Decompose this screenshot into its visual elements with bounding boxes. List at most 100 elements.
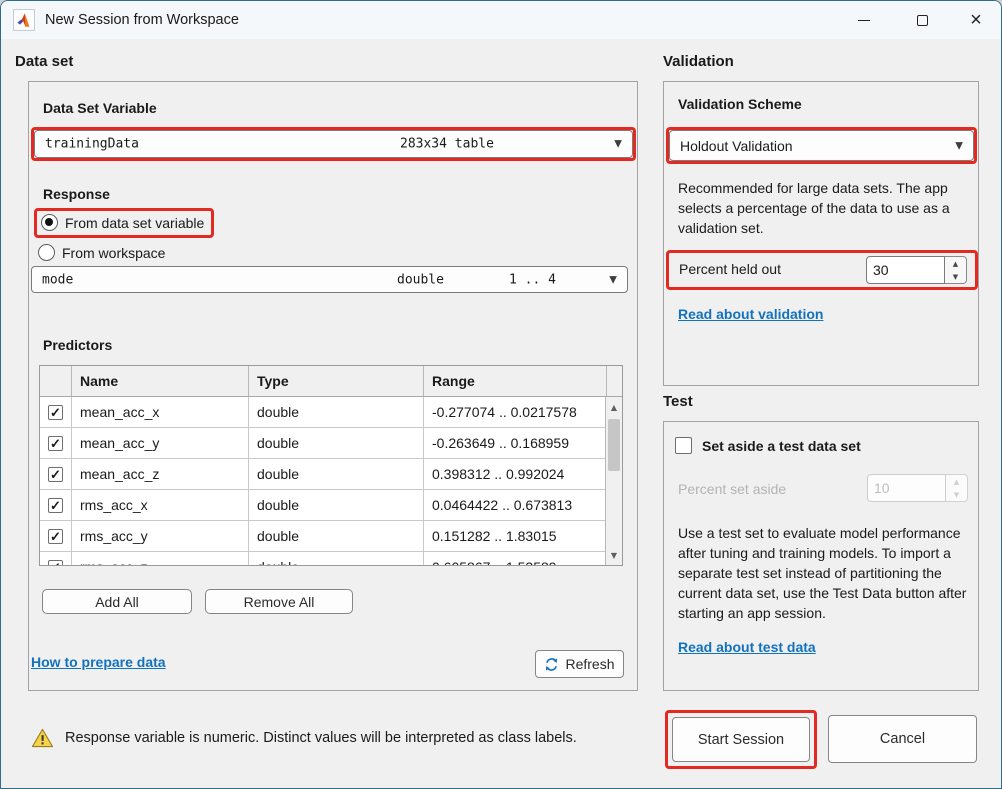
predictor-type: double	[249, 397, 424, 427]
table-row[interactable]: ✓mean_acc_ydouble-0.263649 .. 0.168959	[40, 428, 607, 459]
chevron-down-icon: ▼	[955, 140, 963, 151]
highlight-validation-scheme: Holdout Validation ▼	[666, 127, 977, 164]
spin-down-icon[interactable]: ▼	[946, 488, 967, 501]
matlab-logo-icon	[13, 9, 35, 31]
close-button[interactable]: ×	[959, 1, 993, 39]
checkbox-checked-icon: ✓	[48, 529, 63, 544]
dataset-heading: Data set	[15, 53, 73, 70]
set-aside-test-checkbox-row[interactable]: Set aside a test data set	[675, 437, 861, 454]
predictor-range: -0.277074 .. 0.0217578	[424, 397, 607, 427]
validation-heading: Validation	[663, 53, 734, 70]
spin-buttons[interactable]: ▲ ▼	[946, 474, 968, 502]
percent-set-aside-label: Percent set aside	[678, 481, 786, 497]
window-title: New Session from Workspace	[45, 1, 239, 39]
scroll-up-icon[interactable]: ▲	[606, 399, 622, 415]
checkbox-checked-icon: ✓	[48, 467, 63, 482]
checkbox-checked-icon: ✓	[48, 560, 63, 567]
minimize-icon	[858, 20, 870, 21]
predictor-checkbox[interactable]: ✓	[40, 490, 72, 520]
radio-label: From data set variable	[65, 215, 204, 231]
response-range: 1 .. 4	[509, 272, 556, 287]
start-session-button[interactable]: Start Session	[672, 717, 810, 762]
dataset-variable-combobox[interactable]: trainingData 283x34 table ▼	[34, 130, 633, 158]
predictor-checkbox[interactable]: ✓	[40, 428, 72, 458]
refresh-button[interactable]: Refresh	[535, 650, 624, 678]
radio-from-workspace[interactable]: From workspace	[38, 244, 165, 261]
scheme-value: Holdout Validation	[680, 138, 793, 154]
predictor-range: -0.263649 .. 0.168959	[424, 428, 607, 458]
predictor-range: 0.151282 .. 1.83015	[424, 521, 607, 551]
read-about-validation-link[interactable]: Read about validation	[678, 306, 823, 322]
percent-held-out-label: Percent held out	[679, 261, 781, 277]
highlight-response-radio: From data set variable	[34, 208, 214, 238]
table-row[interactable]: ✓mean_acc_zdouble0.398312 .. 0.992024	[40, 459, 607, 490]
add-all-button[interactable]: Add All	[42, 589, 192, 614]
predictor-type: double	[249, 552, 424, 566]
spin-up-icon[interactable]: ▲	[945, 257, 966, 270]
spin-down-icon[interactable]: ▼	[945, 270, 966, 283]
radio-from-dataset-variable[interactable]: From data set variable	[41, 214, 204, 231]
response-type: double	[397, 272, 444, 287]
header-scroll-spacer	[607, 366, 622, 396]
minimize-button[interactable]	[847, 1, 881, 39]
highlight-dataset-variable: trainingData 283x34 table ▼	[31, 127, 636, 161]
maximize-button[interactable]	[905, 1, 939, 39]
header-type: Type	[249, 366, 424, 396]
predictor-type: double	[249, 428, 424, 458]
close-icon: ×	[970, 9, 982, 32]
predictor-name: rms_acc_y	[72, 521, 249, 551]
refresh-icon	[544, 657, 559, 672]
test-panel: Set aside a test data set Percent set as…	[663, 421, 979, 691]
validation-scheme-label: Validation Scheme	[678, 96, 802, 112]
predictor-name: mean_acc_x	[72, 397, 249, 427]
scrollbar-thumb[interactable]	[608, 419, 620, 471]
test-description: Use a test set to evaluate model perform…	[678, 523, 988, 623]
predictor-range: 0.0464422 .. 0.673813	[424, 490, 607, 520]
read-about-test-data-link[interactable]: Read about test data	[678, 639, 816, 655]
cancel-button[interactable]: Cancel	[828, 715, 977, 763]
predictor-type: double	[249, 459, 424, 489]
chevron-down-icon: ▼	[609, 274, 617, 285]
table-scrollbar[interactable]: ▲ ▼	[605, 397, 622, 565]
response-name: mode	[42, 272, 73, 287]
radio-icon	[38, 244, 55, 261]
radio-label: From workspace	[62, 245, 165, 261]
predictor-type: double	[249, 490, 424, 520]
table-row[interactable]: ✓rms_acc_zdouble0.605867 .. 1.53589	[40, 552, 607, 566]
variable-size: 283x34 table	[400, 137, 494, 152]
predictor-range: 0.398312 .. 0.992024	[424, 459, 607, 489]
table-row[interactable]: ✓rms_acc_ydouble0.151282 .. 1.83015	[40, 521, 607, 552]
test-heading: Test	[663, 393, 693, 410]
highlight-percent-held-out: Percent held out ▲ ▼	[666, 250, 978, 290]
how-to-prepare-data-link[interactable]: How to prepare data	[31, 654, 166, 670]
footer-warning: Response variable is numeric. Distinct v…	[31, 727, 577, 749]
response-label: Response	[43, 186, 110, 202]
checkbox-icon[interactable]	[675, 437, 692, 454]
checkbox-checked-icon: ✓	[48, 405, 63, 420]
scroll-down-icon[interactable]: ▼	[606, 547, 622, 563]
spin-up-icon[interactable]: ▲	[946, 475, 967, 488]
predictor-checkbox[interactable]: ✓	[40, 459, 72, 489]
set-aside-test-label: Set aside a test data set	[702, 438, 861, 454]
titlebar: New Session from Workspace ×	[1, 1, 1001, 39]
predictor-range: 0.605867 .. 1.53589	[424, 552, 607, 566]
table-row[interactable]: ✓ rms_acc_xdouble0.0464422 .. 0.673813	[40, 490, 607, 521]
remove-all-button[interactable]: Remove All	[205, 589, 353, 614]
validation-scheme-combobox[interactable]: Holdout Validation ▼	[669, 130, 974, 161]
predictor-checkbox[interactable]: ✓	[40, 552, 72, 566]
response-variable-combobox[interactable]: mode double 1 .. 4 ▼	[31, 266, 628, 293]
chevron-down-icon: ▼	[614, 139, 622, 150]
percent-held-out-input[interactable]	[866, 256, 945, 284]
highlight-start-session: Start Session	[665, 710, 817, 769]
percent-set-aside-spinner: ▲ ▼	[867, 474, 968, 502]
predictor-name: rms_acc_x	[72, 490, 249, 520]
dataset-variable-label: Data Set Variable	[43, 100, 157, 116]
table-row[interactable]: ✓ mean_acc_xdouble-0.277074 .. 0.0217578	[40, 397, 607, 428]
predictor-checkbox[interactable]: ✓	[40, 521, 72, 551]
percent-set-aside-input[interactable]	[867, 474, 946, 502]
predictor-checkbox[interactable]: ✓	[40, 397, 72, 427]
predictors-table-body: ✓mean_acc_xdouble-0.277074 .. 0.0217578✓…	[40, 397, 607, 566]
checkbox-checked-icon: ✓	[48, 498, 63, 513]
spin-buttons[interactable]: ▲ ▼	[945, 256, 967, 284]
dataset-panel: Data Set Variable trainingData 283x34 ta…	[28, 81, 638, 691]
